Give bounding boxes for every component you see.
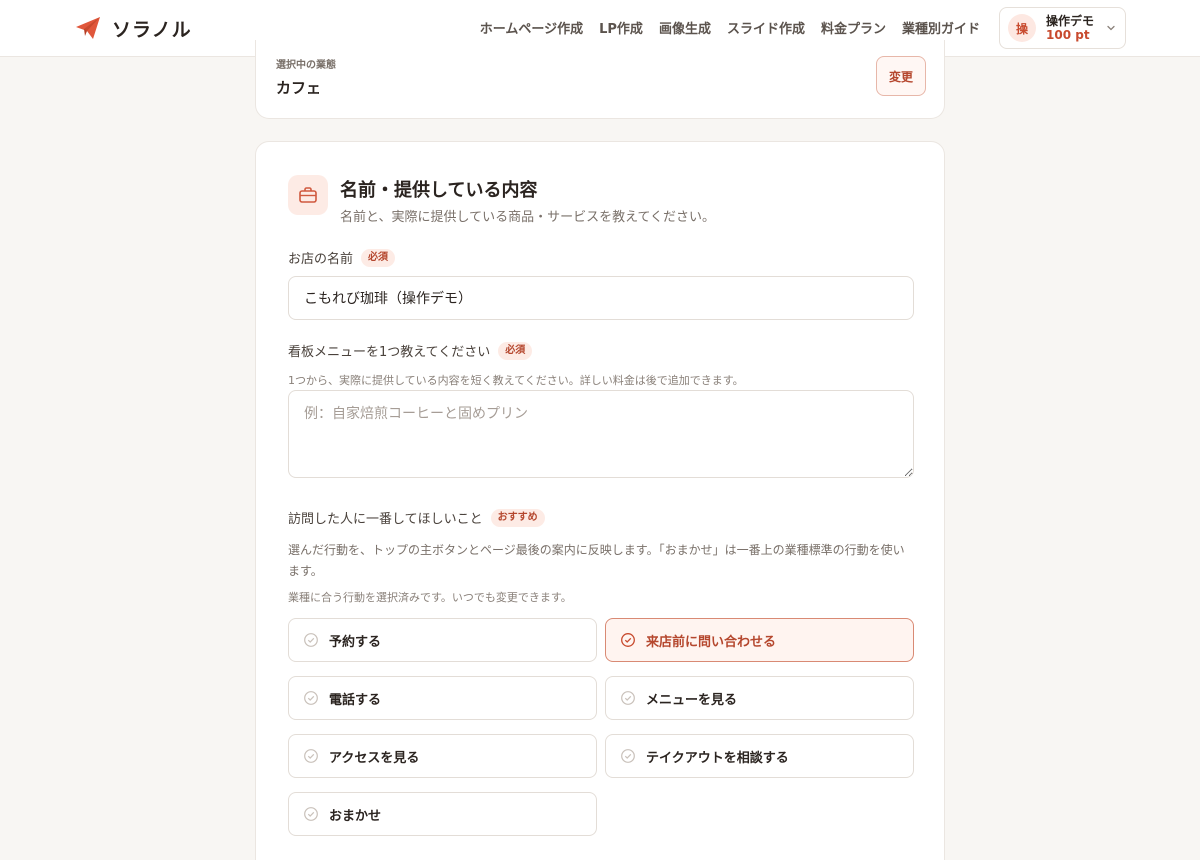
nav-pricing[interactable]: 料金プラン [821, 18, 886, 37]
section-subtitle: 名前と、実際に提供している商品・サービスを教えてください。 [340, 210, 716, 225]
option-view-access[interactable]: アクセスを見る [288, 734, 597, 778]
business-type-value: カフェ [276, 79, 322, 97]
section-title: 名前・提供している内容 [340, 180, 538, 201]
option-auto[interactable]: おまかせ [288, 792, 597, 836]
signature-menu-label-text: 看板メニューを1つ教えてください [288, 345, 491, 360]
check-circle-icon [304, 749, 318, 763]
nav-image-gen[interactable]: 画像生成 [659, 18, 711, 37]
change-business-button[interactable]: 変更 [876, 56, 926, 96]
brand-name: ソラノル [112, 18, 192, 41]
option-label: テイクアウトを相談する [646, 750, 789, 766]
brand-logo[interactable]: ソラノル [74, 14, 192, 42]
option-takeout-consult[interactable]: テイクアウトを相談する [605, 734, 914, 778]
signature-menu-hint: 1つから、実際に提供している内容を短く教えてください。詳しい料金は後で追加できま… [288, 374, 744, 387]
briefcase-icon [299, 187, 317, 203]
avatar: 操 [1008, 14, 1036, 42]
option-label: 来店前に問い合わせる [646, 634, 777, 650]
section-icon-wrap [288, 175, 328, 215]
option-label: おまかせ [329, 808, 382, 824]
account-menu[interactable]: 操 操作デモ 100 pt [999, 7, 1126, 49]
visitor-action-label: 訪問した人に一番してほしいこと おすすめ [288, 508, 545, 527]
shop-name-label: お店の名前 必須 [288, 248, 396, 267]
required-badge: 必須 [361, 248, 396, 267]
check-circle-icon [621, 749, 635, 763]
check-circle-icon [304, 691, 318, 705]
check-circle-icon [621, 633, 635, 647]
account-points: 100 pt [1046, 28, 1090, 42]
option-label: 予約する [329, 634, 382, 650]
option-label: アクセスを見る [329, 750, 420, 766]
option-label: 電話する [329, 692, 382, 708]
business-type-card: 選択中の業態 カフェ 変更 [255, 40, 945, 119]
business-type-label: 選択中の業態 [276, 60, 336, 71]
recommended-badge: おすすめ [490, 508, 545, 527]
visitor-action-description: 選んだ行動を、トップの主ボタンとページ最後の案内に反映します。「おまかせ」は一番… [288, 543, 905, 578]
option-view-menu[interactable]: メニューを見る [605, 676, 914, 720]
check-circle-icon [304, 633, 318, 647]
paper-plane-icon [76, 17, 100, 39]
chevron-down-icon [1107, 25, 1115, 31]
signature-menu-label: 看板メニューを1つ教えてください 必須 [288, 341, 533, 360]
nav-lp[interactable]: LP作成 [599, 18, 643, 37]
nav-industry-guide[interactable]: 業種別ガイド [902, 18, 980, 37]
visitor-action-note: 業種に合う行動を選択済みです。いつでも変更できます。 [288, 591, 572, 604]
signature-menu-textarea[interactable] [288, 390, 914, 478]
option-reserve[interactable]: 予約する [288, 618, 597, 662]
option-label: メニューを見る [646, 692, 738, 708]
account-name: 操作デモ [1046, 14, 1095, 28]
option-inquire-before-visit[interactable]: 来店前に問い合わせる [605, 618, 914, 662]
shop-name-input[interactable] [288, 276, 914, 320]
nav-slides[interactable]: スライド作成 [727, 18, 805, 37]
option-call[interactable]: 電話する [288, 676, 597, 720]
main-nav: ホームページ作成 LP作成 画像生成 スライド作成 料金プラン 業種別ガイド [480, 18, 980, 37]
visitor-action-label-text: 訪問した人に一番してほしいこと [288, 512, 483, 527]
check-circle-icon [304, 807, 318, 821]
name-content-card: 名前・提供している内容 名前と、実際に提供している商品・サービスを教えてください… [255, 141, 945, 860]
account-info: 操作デモ 100 pt [1046, 14, 1094, 42]
nav-homepage[interactable]: ホームページ作成 [480, 18, 583, 37]
shop-name-label-text: お店の名前 [288, 252, 354, 267]
required-badge: 必須 [498, 341, 533, 360]
check-circle-icon [621, 691, 635, 705]
